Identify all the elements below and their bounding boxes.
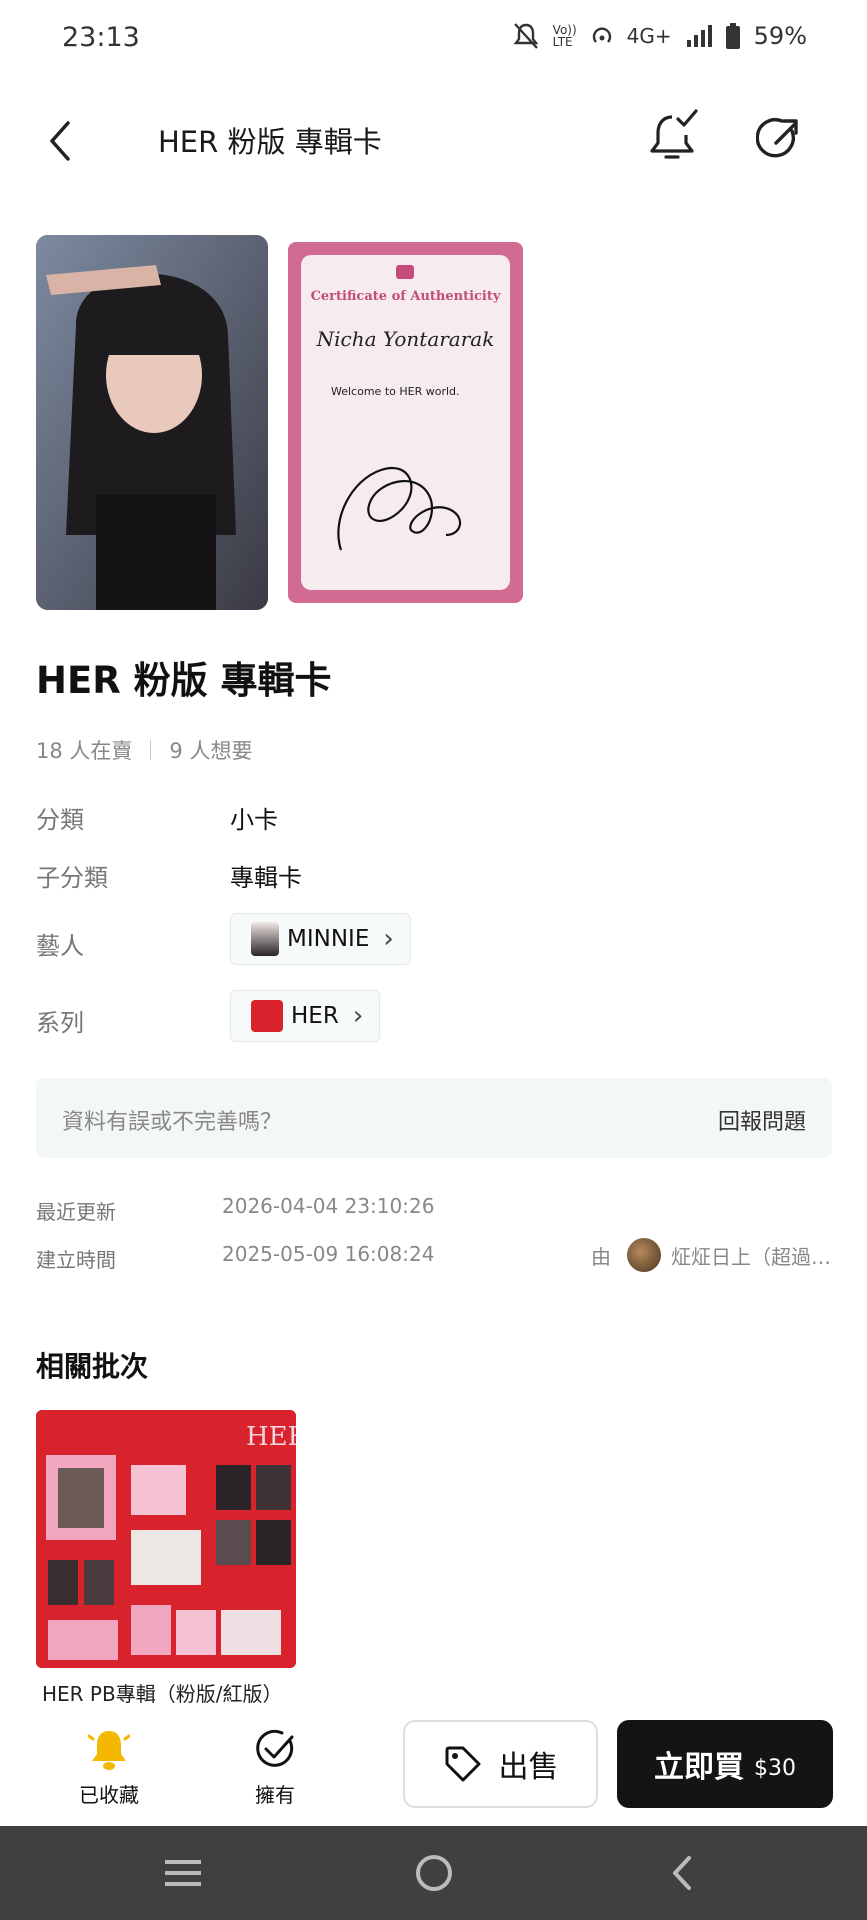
artist-name: MINNIE xyxy=(287,926,370,952)
report-issue-box: 資料有誤或不完善嗎？ 回報問題 xyxy=(36,1078,832,1158)
cert-name: Nicha Yontararak xyxy=(316,327,495,351)
sell-label: 出售 xyxy=(498,1750,559,1785)
cert-emblem-icon xyxy=(396,265,414,279)
subcategory-value: 專輯卡 xyxy=(230,864,302,892)
own-label: 擁有 xyxy=(255,1783,295,1807)
report-issue-link[interactable]: 回報問題 xyxy=(718,1104,806,1136)
share-icon xyxy=(755,118,798,158)
menu-lines-icon xyxy=(165,1860,201,1886)
bell-check-icon xyxy=(650,109,698,159)
subcategory-label: 子分類 xyxy=(36,864,108,892)
artist-chip[interactable]: MINNIE › xyxy=(230,913,411,965)
share-button[interactable] xyxy=(755,113,804,165)
series-name: HER xyxy=(291,1003,339,1029)
certificate-inner: Certificate of Authenticity Nicha Yontar… xyxy=(301,255,510,590)
chevron-right-icon: › xyxy=(352,1001,364,1031)
product-title: HER 粉版 專輯卡 xyxy=(36,659,332,702)
system-nav-bar xyxy=(0,1826,867,1920)
cert-title: Certificate of Authenticity xyxy=(310,289,501,304)
updated-value: 2026-04-04 23:10:26 xyxy=(222,1194,435,1218)
buy-now-button[interactable]: 立即買 $30 xyxy=(617,1720,833,1808)
stats-divider xyxy=(150,740,152,760)
chevron-right-icon: › xyxy=(383,924,394,954)
batch-illustration: HER xyxy=(36,1410,296,1668)
creator-prefix: 由 xyxy=(591,1244,611,1269)
photocard-illustration xyxy=(36,235,268,610)
status-icons: Vo)) LTE 4G+ 59% xyxy=(513,22,807,50)
app-header: HER 粉版 專輯卡 xyxy=(0,95,867,185)
buy-label: 立即買 xyxy=(654,1750,744,1785)
created-value: 2025-05-09 16:08:24 xyxy=(222,1242,435,1266)
notify-button[interactable] xyxy=(648,107,700,167)
updated-label: 最近更新 xyxy=(36,1200,116,1224)
artist-label: 藝人 xyxy=(36,932,84,960)
sell-button[interactable]: 出售 xyxy=(403,1720,598,1808)
related-batches-title: 相關批次 xyxy=(36,1350,149,1383)
creator-avatar xyxy=(627,1238,661,1272)
hotspot-icon xyxy=(592,27,611,43)
battery-icon xyxy=(725,23,740,49)
favorite-label: 已收藏 xyxy=(79,1783,139,1807)
signal-icon xyxy=(686,25,712,47)
sellers-count[interactable]: 18 人在賣 xyxy=(36,735,132,765)
home-button[interactable] xyxy=(404,1846,464,1900)
certificate-card-image[interactable]: Certificate of Authenticity Nicha Yontar… xyxy=(288,242,523,603)
creator-name: 炡炡日上（超過… xyxy=(671,1244,831,1269)
category-label: 分類 xyxy=(36,806,84,834)
buy-price: $30 xyxy=(754,1755,796,1781)
battery-percent: 59% xyxy=(753,22,807,50)
tag-icon xyxy=(445,1746,480,1782)
creator-info[interactable]: 由 炡炡日上（超過… xyxy=(591,1238,831,1272)
home-circle-icon xyxy=(416,1855,452,1891)
cert-message: Welcome to HER world. xyxy=(331,385,460,398)
chevron-left-icon xyxy=(50,121,70,161)
favorite-button[interactable]: 已收藏 xyxy=(64,1727,154,1808)
wanters-count[interactable]: 9 人想要 xyxy=(169,735,252,765)
market-stats: 18 人在賣 9 人想要 xyxy=(36,735,252,765)
own-button[interactable]: 擁有 xyxy=(230,1727,320,1808)
status-time: 23:13 xyxy=(62,22,140,53)
signature-image xyxy=(337,467,462,551)
batch-name[interactable]: HER PB專輯（粉版/紅版） xyxy=(42,1678,282,1707)
check-circle-icon xyxy=(256,1729,294,1767)
volte-icon: Vo)) LTE xyxy=(552,23,577,49)
series-avatar xyxy=(251,1000,283,1032)
series-label: 系列 xyxy=(36,1009,84,1037)
report-prompt: 資料有誤或不完善嗎？ xyxy=(62,1110,283,1135)
bottom-action-bar: 已收藏 擁有 出售 立即買 $30 xyxy=(0,1705,867,1825)
batch-thumbnail[interactable]: HER xyxy=(36,1410,296,1668)
page-title: HER 粉版 專輯卡 xyxy=(158,125,382,159)
recent-apps-button[interactable] xyxy=(153,1846,213,1900)
system-back-button[interactable] xyxy=(653,1846,713,1900)
svg-text:HER: HER xyxy=(246,1422,296,1452)
created-label: 建立時間 xyxy=(36,1248,116,1272)
chevron-left-icon xyxy=(673,1856,691,1890)
bell-filled-icon xyxy=(88,1731,130,1770)
back-button[interactable] xyxy=(40,113,84,169)
artist-avatar xyxy=(251,922,279,956)
status-bar: 23:13 Vo)) LTE 4G+ 59% xyxy=(0,0,867,80)
category-value: 小卡 xyxy=(230,806,278,834)
photocard-front-image[interactable] xyxy=(36,235,268,610)
series-chip[interactable]: HER › xyxy=(230,990,381,1042)
mute-icon xyxy=(513,23,539,49)
network-type: 4G+ xyxy=(626,24,672,48)
